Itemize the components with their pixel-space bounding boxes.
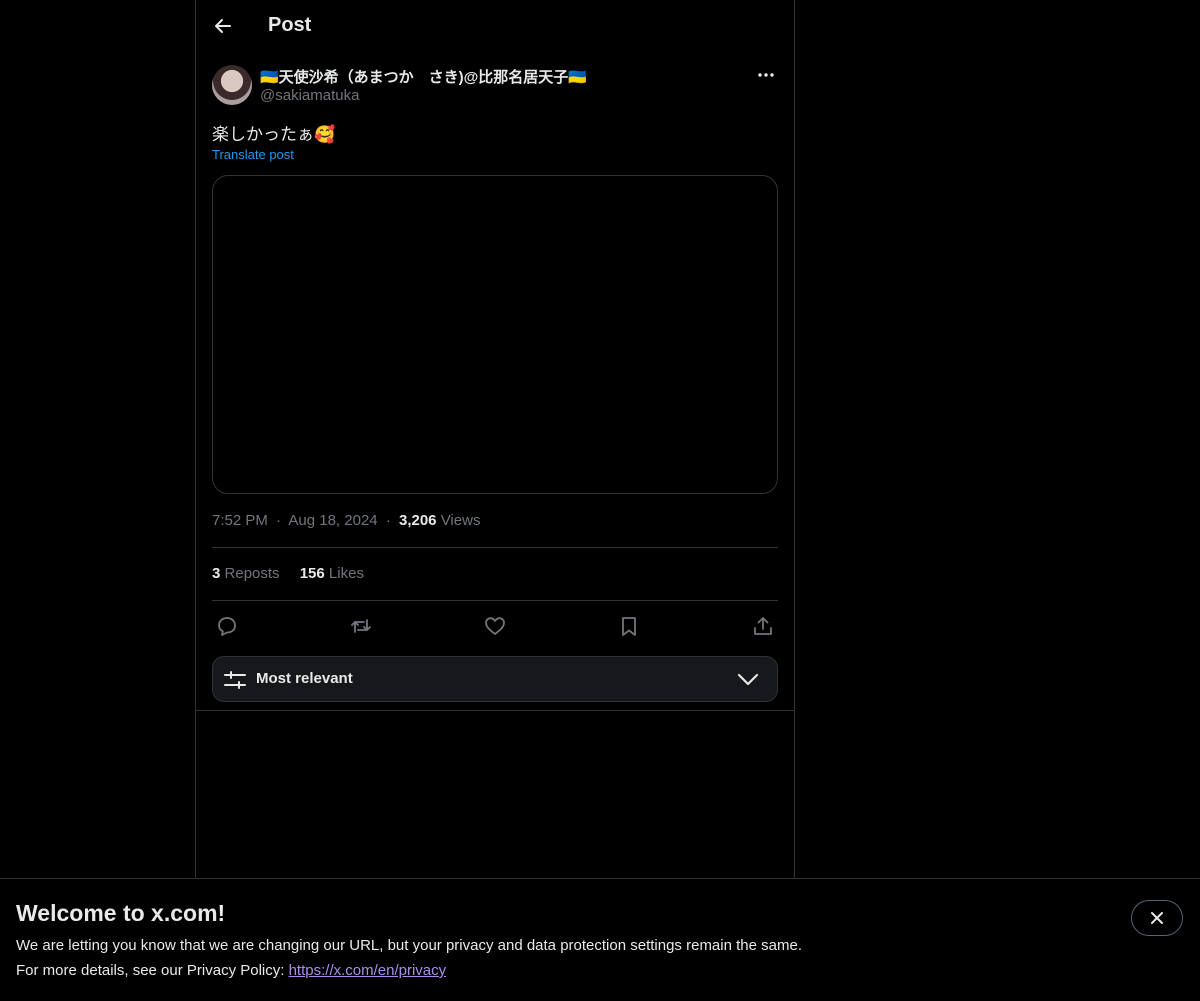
banner-privacy-line: For more details, see our Privacy Policy… bbox=[16, 962, 446, 979]
views-count: 3,206 bbox=[398, 512, 437, 529]
avatar[interactable] bbox=[212, 65, 252, 105]
meta-separator: · bbox=[385, 512, 391, 529]
views-label: Views bbox=[440, 512, 481, 529]
repost-icon bbox=[351, 619, 371, 633]
close-icon bbox=[1151, 912, 1163, 924]
divider bbox=[212, 600, 778, 601]
post-date[interactable]: Aug 18, 2024 bbox=[288, 512, 377, 529]
reply-button[interactable] bbox=[212, 612, 242, 640]
sort-label: Most relevant bbox=[256, 670, 353, 687]
sort-replies-dropdown[interactable]: Most relevant bbox=[212, 656, 778, 702]
divider bbox=[196, 710, 794, 711]
post-text: 楽しかったぁ🥰 bbox=[212, 125, 336, 144]
chevron-down-icon bbox=[737, 673, 759, 686]
post-meta: 7:52 PM · Aug 18, 2024 · 3,206 Views bbox=[212, 512, 480, 529]
post-author: 🇺🇦天使沙希（あまつか さき)@比那名居天子🇺🇦 @sakiamatuka bbox=[212, 65, 778, 107]
page-title: Post bbox=[268, 14, 312, 36]
banner-message: We are letting you know that we are chan… bbox=[16, 937, 802, 954]
sliders-icon bbox=[224, 671, 246, 689]
like-button[interactable] bbox=[480, 612, 510, 640]
likes-count: 156 bbox=[299, 565, 325, 582]
reposts-stat[interactable]: 3 Reposts bbox=[212, 565, 280, 582]
post-time[interactable]: 7:52 PM bbox=[212, 512, 268, 529]
post-media[interactable] bbox=[212, 175, 778, 494]
repost-button[interactable] bbox=[346, 612, 376, 640]
privacy-policy-link[interactable]: https://x.com/en/privacy bbox=[289, 962, 447, 979]
banner-privacy-prefix: For more details, see our Privacy Policy… bbox=[16, 962, 289, 979]
reposts-count: 3 bbox=[212, 565, 221, 582]
arrow-left-icon bbox=[215, 19, 231, 33]
author-handle[interactable]: @sakiamatuka bbox=[260, 87, 359, 104]
post-actions bbox=[212, 612, 778, 640]
reply-icon bbox=[218, 617, 236, 636]
reposts-label: Reposts bbox=[224, 565, 280, 582]
more-options-button[interactable] bbox=[754, 65, 778, 85]
meta-separator: · bbox=[276, 512, 282, 529]
translate-post-link[interactable]: Translate post bbox=[212, 147, 294, 162]
more-horizontal-icon bbox=[758, 73, 774, 77]
banner-title: Welcome to x.com! bbox=[16, 900, 226, 926]
likes-stat[interactable]: 156 Likes bbox=[300, 565, 364, 582]
likes-label: Likes bbox=[328, 565, 364, 582]
close-banner-button[interactable] bbox=[1131, 900, 1183, 936]
page-header: Post bbox=[196, 0, 794, 53]
welcome-banner: Welcome to x.com! We are letting you kno… bbox=[0, 878, 1200, 1001]
main-column: Post 🇺🇦天使沙希（あまつか さき)@比那名居天子🇺🇦 @sakiamatu… bbox=[195, 0, 795, 878]
share-button[interactable] bbox=[748, 612, 778, 640]
bookmark-icon bbox=[622, 617, 636, 636]
divider bbox=[212, 547, 778, 548]
share-icon bbox=[754, 617, 772, 635]
back-button[interactable] bbox=[208, 11, 238, 41]
bookmark-button[interactable] bbox=[614, 612, 644, 640]
like-icon bbox=[485, 617, 505, 635]
post-stats: 3 Reposts 156 Likes bbox=[212, 565, 380, 582]
author-display-name[interactable]: 🇺🇦天使沙希（あまつか さき)@比那名居天子🇺🇦 bbox=[260, 66, 587, 87]
